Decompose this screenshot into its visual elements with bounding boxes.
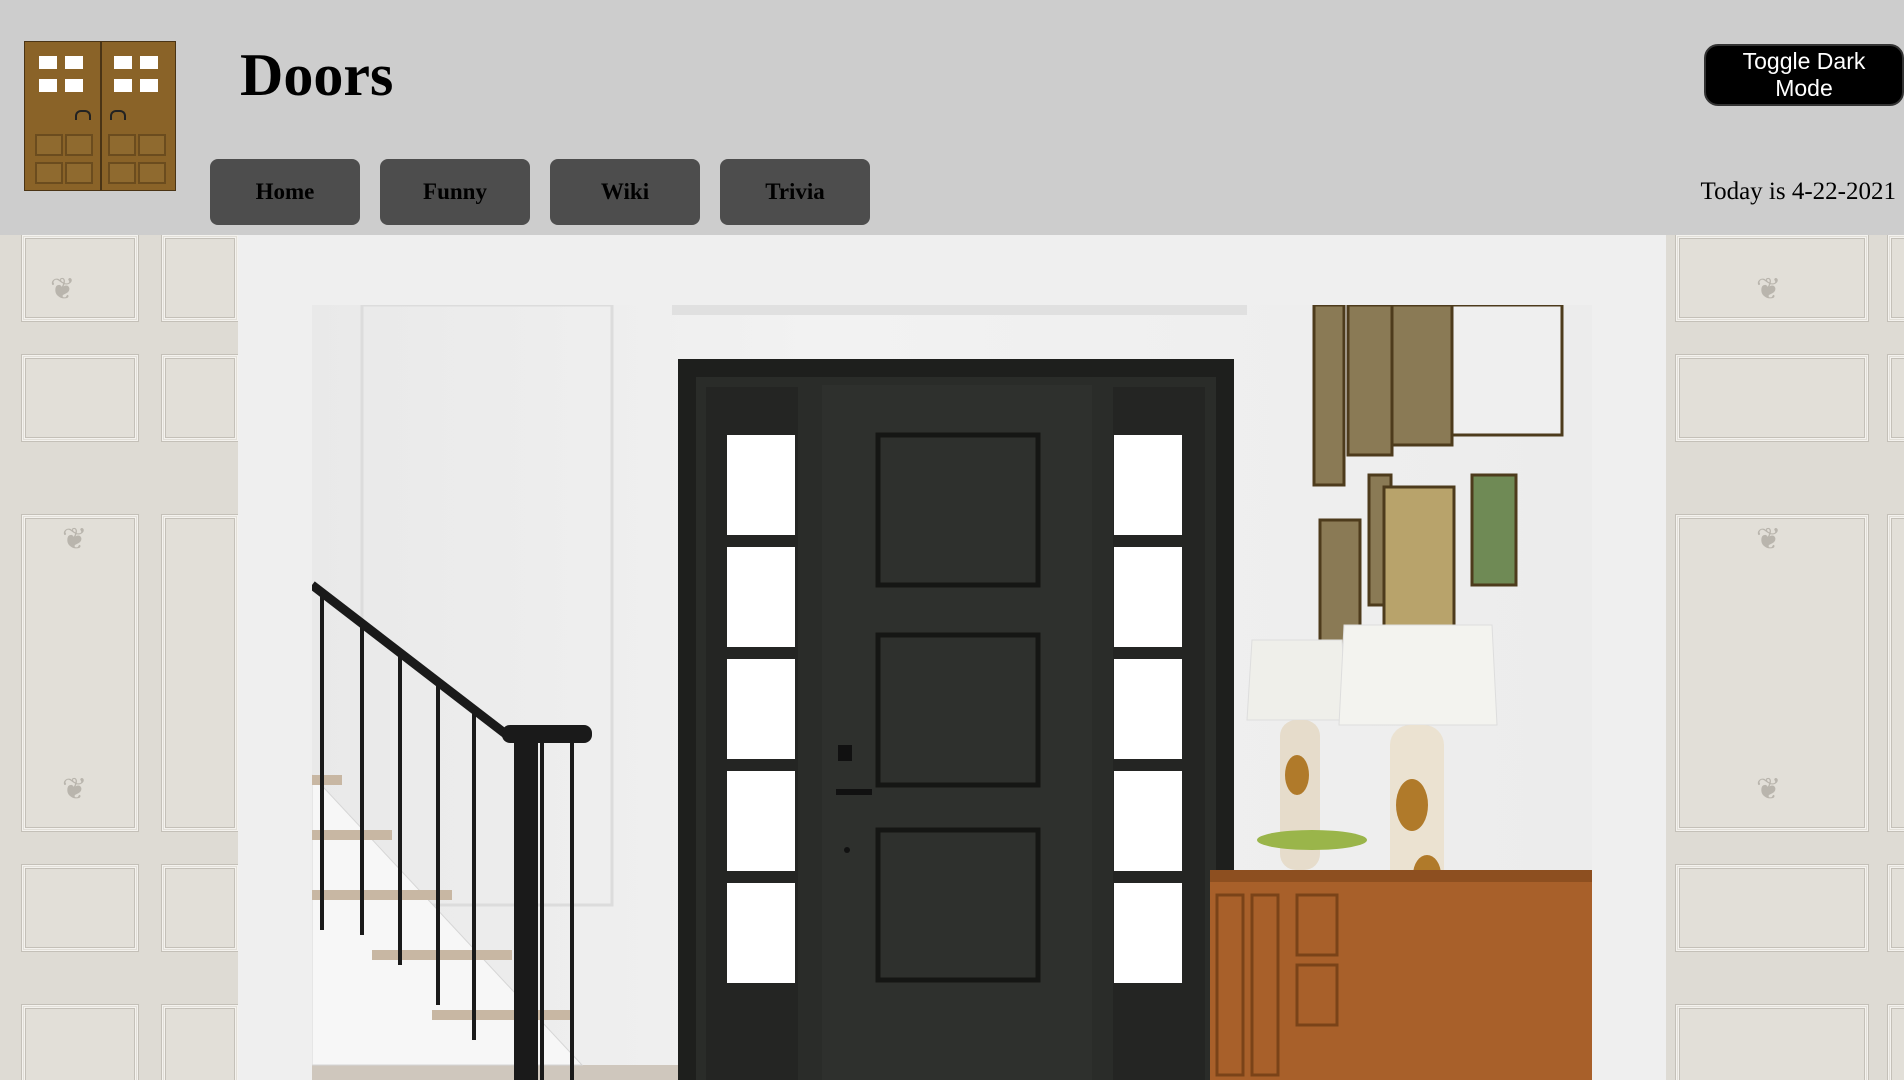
main-content (238, 235, 1666, 1080)
site-title: Doors (240, 42, 394, 108)
site-header: Doors Home Funny Wiki Trivia Toggle Dark… (0, 0, 1904, 235)
nav-wiki-button[interactable]: Wiki (550, 159, 700, 225)
right-wallpaper-panel: ❦ ❦ ❦ (1666, 235, 1904, 1080)
nav-home-button[interactable]: Home (210, 159, 360, 225)
toggle-dark-mode-button[interactable]: Toggle Dark Mode (1704, 44, 1904, 106)
nav-trivia-button[interactable]: Trivia (720, 159, 870, 225)
date-display: Today is 4-22-2021 (1700, 178, 1896, 205)
black-front-door-photo (312, 305, 1592, 1080)
nav-funny-button[interactable]: Funny (380, 159, 530, 225)
left-wallpaper-panel: ❦ ❦ ❦ (0, 235, 238, 1080)
double-door-logo-icon (24, 41, 176, 191)
